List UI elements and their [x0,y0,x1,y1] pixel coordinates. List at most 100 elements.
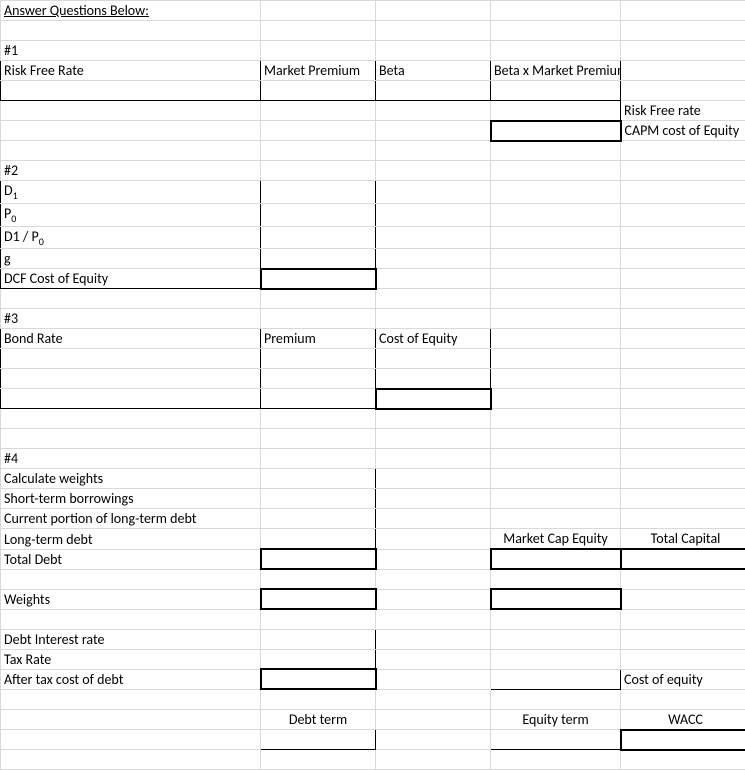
cell[interactable] [376,1,491,21]
cell[interactable] [621,81,745,101]
cell[interactable] [621,629,745,649]
q4-total-debt-input[interactable] [261,549,376,569]
cell[interactable] [1,609,261,629]
q4-equity-term-input[interactable] [491,730,621,750]
cell[interactable] [376,41,491,61]
q3-row2-b[interactable] [261,369,376,389]
cell[interactable] [621,429,745,449]
cell[interactable] [491,161,621,181]
cell[interactable] [491,649,621,669]
cell[interactable] [1,101,261,121]
cell[interactable] [491,329,621,349]
cell[interactable] [621,21,745,41]
cell[interactable] [621,569,745,589]
cell[interactable] [621,289,745,309]
q4-cpltd-input[interactable] [261,509,376,529]
q2-g-input[interactable] [261,249,376,269]
q4-stb-input[interactable] [261,489,376,509]
cell[interactable] [491,141,621,161]
cell[interactable] [376,509,491,529]
q1-risk-free-rate-input[interactable] [1,81,261,101]
cell[interactable] [376,101,491,121]
q2-d1p0-input[interactable] [261,226,376,249]
q4-tax-input[interactable] [261,649,376,669]
q3-cost-equity-input[interactable] [376,349,491,369]
cell[interactable] [491,569,621,589]
cell[interactable] [376,469,491,489]
cell[interactable] [491,489,621,509]
cell[interactable] [621,226,745,249]
q3-row3-a[interactable] [1,389,261,409]
cell[interactable] [491,349,621,369]
cell[interactable] [1,289,261,309]
q4-wacc-input[interactable] [621,730,745,750]
cell[interactable] [491,1,621,21]
q1-capm-value[interactable] [491,121,621,141]
q3-row2-a[interactable] [1,369,261,389]
q4-calc-weights-input[interactable] [261,469,376,489]
cell[interactable] [621,489,745,509]
cell[interactable] [376,529,491,550]
q3-row2-c[interactable] [376,369,491,389]
cell[interactable] [1,689,261,709]
cell[interactable] [621,349,745,369]
cell[interactable] [491,21,621,41]
cell[interactable] [491,409,621,429]
cell[interactable] [491,41,621,61]
cell[interactable] [1,429,261,449]
cell[interactable] [376,730,491,750]
cell[interactable] [261,121,376,141]
cell[interactable] [376,609,491,629]
q3-row3-c[interactable] [376,389,491,409]
q4-weights-debt-input[interactable] [261,589,376,609]
cell[interactable] [491,429,621,449]
cell[interactable] [491,609,621,629]
cell[interactable] [261,409,376,429]
q1-beta-input[interactable] [376,81,491,101]
cell[interactable] [621,269,745,289]
cell[interactable] [621,61,745,81]
cell[interactable] [261,289,376,309]
cell[interactable] [376,750,491,770]
cell[interactable] [491,389,621,409]
cell[interactable] [621,449,745,469]
cell[interactable] [621,1,745,21]
cell[interactable] [1,569,261,589]
q2-d1-input[interactable] [261,181,376,204]
cell[interactable] [1,750,261,770]
cell[interactable] [376,649,491,669]
cell[interactable] [376,629,491,649]
cell[interactable] [491,226,621,249]
cell[interactable] [376,709,491,730]
cell[interactable] [621,41,745,61]
q4-atcd-input[interactable] [261,669,376,689]
cell[interactable] [376,289,491,309]
cell[interactable] [376,226,491,249]
cell[interactable] [1,121,261,141]
cell[interactable] [376,121,491,141]
cell[interactable] [376,141,491,161]
q2-p0-input[interactable] [261,203,376,226]
cell[interactable] [491,629,621,649]
q3-bond-rate-input[interactable] [1,349,261,369]
cell[interactable] [621,161,745,181]
cell[interactable] [621,203,745,226]
q4-coe-input[interactable] [491,669,621,689]
cell[interactable] [261,429,376,449]
cell[interactable] [491,289,621,309]
cell[interactable] [376,429,491,449]
cell[interactable] [261,750,376,770]
cell[interactable] [376,181,491,204]
q3-row3-b[interactable] [261,389,376,409]
cell[interactable] [376,689,491,709]
cell[interactable] [261,309,376,329]
cell[interactable] [376,269,491,289]
cell[interactable] [376,569,491,589]
cell[interactable] [621,329,745,349]
cell[interactable] [621,389,745,409]
cell[interactable] [621,249,745,269]
cell[interactable] [491,249,621,269]
cell[interactable] [491,750,621,770]
cell[interactable] [491,309,621,329]
cell[interactable] [1,409,261,429]
